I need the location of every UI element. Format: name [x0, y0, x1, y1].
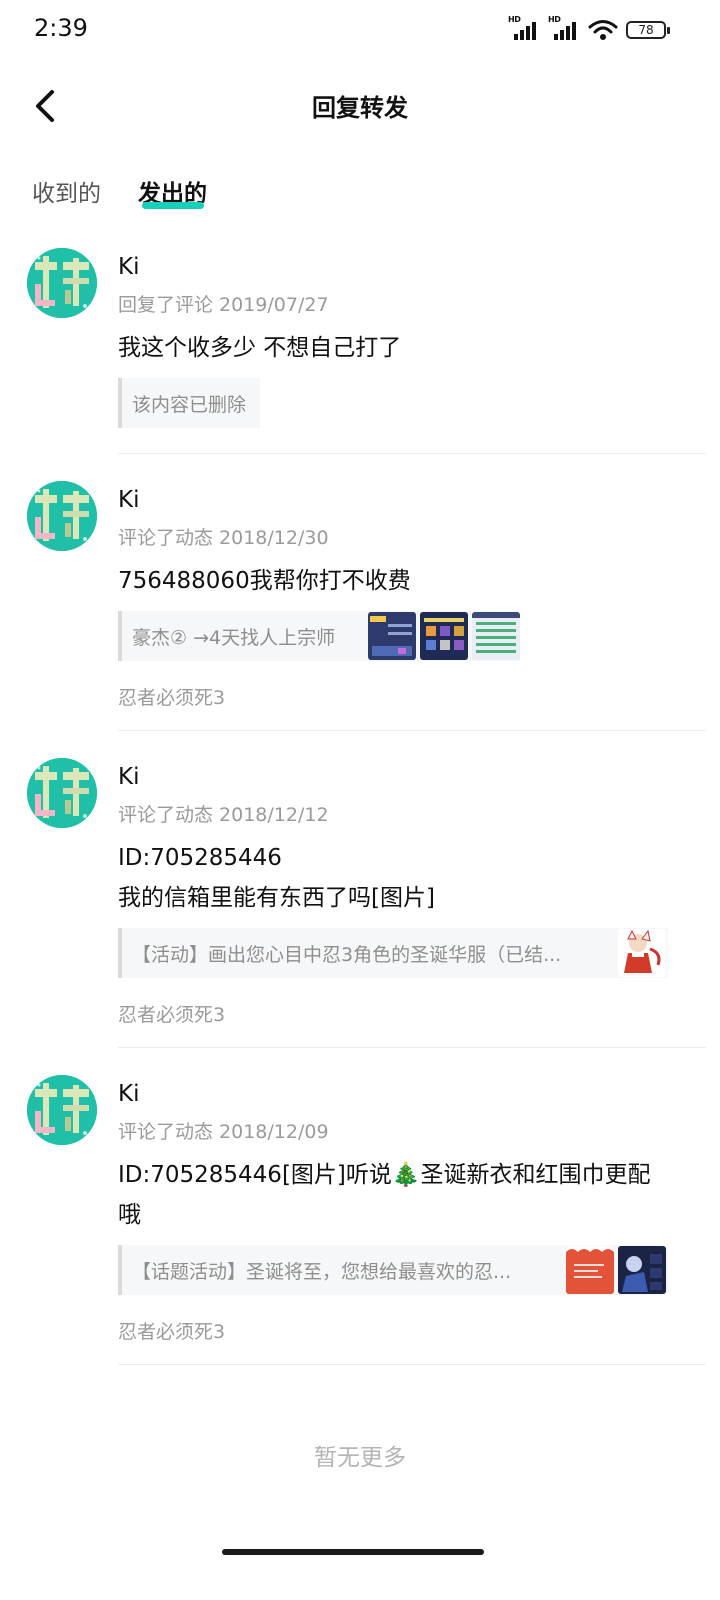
comment-line: 哦 — [118, 1202, 141, 1228]
signal-icon: HD — [508, 15, 540, 42]
item-meta: 评论了动态 2018/12/12 — [118, 804, 329, 826]
thumbnail-image — [472, 612, 520, 660]
tab-received[interactable]: 收到的 — [32, 174, 101, 208]
wifi-icon — [588, 20, 618, 40]
thumbnail-image — [618, 1246, 666, 1294]
comment-line: 我的信箱里能有东西了吗[图片] — [118, 885, 435, 911]
status-icons: HD HD 78 — [508, 15, 670, 42]
user-name[interactable]: Ki — [118, 764, 139, 790]
divider — [118, 453, 706, 454]
game-source-link[interactable]: 忍者必须死3 — [118, 1000, 225, 1027]
comment-text: ID:705285446 我的信箱里能有东西了吗[图片] — [118, 838, 678, 918]
user-name[interactable]: Ki — [118, 487, 139, 513]
item-meta: 评论了动态 2018/12/30 — [118, 527, 329, 549]
comment-text: 我这个收多少 不想自己打了 — [118, 335, 402, 361]
divider — [118, 1047, 706, 1048]
quote-text: 该内容已删除 — [132, 394, 247, 416]
item-meta: 回复了评论 2019/07/27 — [118, 294, 329, 316]
quoted-content[interactable]: 【活动】画出您心目中忍3角色的圣诞华服（已结... — [118, 928, 668, 978]
user-name[interactable]: Ki — [118, 1081, 139, 1107]
list-item[interactable]: Ki 评论了动态 2018/12/12 ID:705285446 我的信箱里能有… — [0, 758, 720, 1048]
battery-icon: 78 — [626, 21, 670, 39]
battery-level: 78 — [638, 23, 654, 37]
status-time: 2:39 — [34, 14, 88, 42]
tab-bar: 收到的 发出的 — [0, 168, 720, 218]
thumbnail-image — [566, 1246, 614, 1294]
comment-line: ID:705285446[图片]听说🎄圣诞新衣和红围巾更配 — [118, 1162, 651, 1188]
quoted-content[interactable]: 【话题活动】圣诞将至，您想给最喜欢的忍... — [118, 1245, 668, 1295]
comment-line: ID:705285446 — [118, 845, 282, 871]
comment-text: 756488060我帮你打不收费 — [118, 568, 411, 594]
quote-text: 【话题活动】圣诞将至，您想给最喜欢的忍... — [132, 1261, 512, 1283]
page-title: 回复转发 — [312, 94, 408, 122]
avatar[interactable] — [27, 1075, 97, 1145]
item-meta: 评论了动态 2018/12/09 — [118, 1121, 329, 1143]
user-name[interactable]: Ki — [118, 254, 139, 280]
quote-text: 【活动】画出您心目中忍3角色的圣诞华服（已结... — [132, 944, 562, 966]
avatar[interactable] — [27, 758, 97, 828]
quoted-content[interactable]: 豪杰② →4天找人上宗师 — [118, 611, 520, 661]
quoted-content[interactable]: 该内容已删除 — [118, 378, 260, 428]
divider — [118, 1364, 706, 1365]
no-more-text: 暂无更多 — [314, 1445, 406, 1471]
avatar[interactable] — [27, 481, 97, 551]
list-item[interactable]: Ki 评论了动态 2018/12/30 756488060我帮你打不收费 豪杰②… — [0, 481, 720, 731]
thumbnail-image — [420, 612, 468, 660]
game-source-link[interactable]: 忍者必须死3 — [118, 683, 225, 710]
quote-text: 豪杰② →4天找人上宗师 — [132, 627, 336, 649]
tab-active-indicator — [142, 202, 204, 209]
signal-icon: HD — [548, 15, 580, 42]
comment-text: ID:705285446[图片]听说🎄圣诞新衣和红围巾更配 哦 — [118, 1155, 678, 1235]
divider — [118, 730, 706, 731]
avatar[interactable] — [27, 248, 97, 318]
game-source-link[interactable]: 忍者必须死3 — [118, 1317, 225, 1344]
status-bar: 2:39 HD HD 78 — [0, 0, 720, 62]
thumbnail-image — [368, 612, 416, 660]
home-indicator[interactable] — [222, 1549, 484, 1555]
list-item[interactable]: Ki 评论了动态 2018/12/09 ID:705285446[图片]听说🎄圣… — [0, 1075, 720, 1365]
header: 回复转发 — [0, 68, 720, 144]
list-item[interactable]: Ki 回复了评论 2019/07/27 我这个收多少 不想自己打了 该内容已删除 — [0, 248, 720, 454]
thumbnail-image — [618, 929, 666, 977]
